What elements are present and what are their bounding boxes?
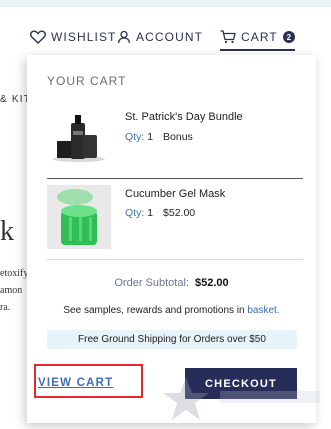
item-name[interactable]: Cucumber Gel Mask [125,188,225,200]
subtotal-label: Order Subtotal: [114,277,189,289]
header-nav: WISHLIST ACCOUNT CART 2 [0,27,331,51]
heart-icon [30,30,46,44]
samples-text: See samples, rewards and promotions in [63,305,245,316]
user-icon [117,30,131,44]
star-watermark-icon [163,377,320,420]
qty-label: Qty: [125,131,145,143]
cart-icon [220,30,236,44]
cart-label: CART [241,30,278,44]
cart-item: St. Patrick's Day Bundle Qty: 1 Bonus [47,95,303,179]
subtotal-value: $52.00 [194,277,229,289]
qty-value: 1 [147,207,154,219]
item-price: $52.00 [163,207,196,219]
order-subtotal: Order Subtotal: $52.00 [27,277,316,289]
bg-text-line: etoxify [0,268,29,279]
item-name[interactable]: St. Patrick's Day Bundle [125,111,243,123]
samples-note: See samples, rewards and promotions in b… [27,305,316,316]
bg-text-line: ra. [0,302,11,313]
wishlist-link[interactable]: WISHLIST [30,27,116,47]
free-shipping-banner: Free Ground Shipping for Orders over $50 [47,330,297,349]
top-strip [0,0,331,7]
item-meta: Qty: 1 Bonus [125,131,193,143]
bg-text-line: amon [0,285,23,296]
bg-heading-fragment: k [0,216,14,247]
cart-link[interactable]: CART 2 [220,27,295,51]
gel-mask-product-image[interactable] [47,185,111,249]
cart-title: YOUR CART [47,74,127,88]
view-cart-link[interactable]: VIEW CART [38,377,113,389]
bundle-product-image[interactable] [47,101,111,165]
cart-count-badge: 2 [282,31,295,43]
mini-cart-panel: YOUR CART St. Patrick's Day Bundle Qty: … [27,55,316,423]
item-meta: Qty: 1 $52.00 [125,207,195,219]
account-label: ACCOUNT [136,30,204,44]
wishlist-label: WISHLIST [51,30,117,44]
qty-value: 1 [147,131,154,143]
item-price: Bonus [163,131,193,143]
basket-link[interactable]: basket. [247,305,279,316]
qty-label: Qty: [125,207,145,219]
cart-item: Cucumber Gel Mask Qty: 1 $52.00 [47,179,303,260]
account-link[interactable]: ACCOUNT [117,27,203,47]
